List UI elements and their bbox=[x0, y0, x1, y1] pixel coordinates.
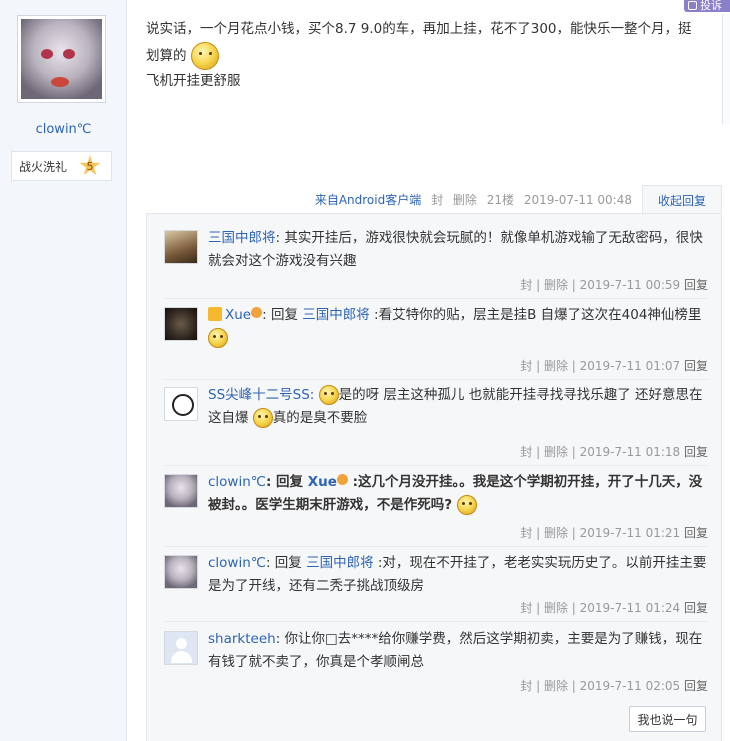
reply-divider bbox=[164, 621, 708, 622]
reply-time: 2019-7-11 01:21 bbox=[579, 526, 681, 540]
say-something-button[interactable]: 我也说一句 bbox=[629, 706, 706, 732]
client-source-link[interactable]: 来自Android客户端 bbox=[315, 193, 421, 207]
reply-time: 2019-7-11 01:18 bbox=[579, 445, 681, 459]
reply-seal-link[interactable]: 封 bbox=[520, 526, 532, 540]
reply-divider bbox=[164, 465, 708, 466]
post-content: 说实话，一个月花点小钱，买个8.7 9.0的车，再加上挂，花不了300，能快乐一… bbox=[146, 18, 712, 92]
reply-time: 2019-7-11 02:05 bbox=[579, 679, 681, 693]
reply-body: 三国中郎将: 其实开挂后，游戏很快就会玩腻的！就像单机游戏输了无敌密码，很快就会… bbox=[208, 227, 708, 273]
tiger-badge-icon bbox=[251, 307, 263, 318]
report-button[interactable]: 投诉 bbox=[684, 0, 730, 12]
delete-link[interactable]: 删除 bbox=[453, 193, 477, 207]
reply-text: :看艾特你的贴，层主是挂B 自爆了这次在404神仙榜里 bbox=[369, 307, 702, 323]
default-avatar-icon[interactable] bbox=[164, 631, 198, 665]
post-line-2: 划算的 bbox=[146, 42, 712, 70]
reply-delete-link[interactable]: 删除 bbox=[544, 278, 568, 292]
reply-button[interactable]: 回复 bbox=[684, 526, 708, 540]
reply-seal-link[interactable]: 封 bbox=[520, 278, 532, 292]
medal-box: 战火洗礼 5 bbox=[11, 151, 112, 181]
reply-button[interactable]: 回复 bbox=[684, 601, 708, 615]
smile-emoji-icon bbox=[456, 495, 477, 515]
reply-time: 2019-7-11 00:59 bbox=[579, 278, 681, 292]
reply-button[interactable]: 回复 bbox=[684, 679, 708, 693]
reply-meta: 封 | 删除 | 2019-7-11 01:07 回复 bbox=[520, 359, 708, 373]
reply-username[interactable]: Xue bbox=[225, 307, 251, 323]
reply-meta: 封 | 删除 | 2019-7-11 02:05 回复 bbox=[520, 679, 708, 693]
collapse-replies-button[interactable]: 收起回复 bbox=[642, 185, 722, 214]
report-label: 投诉 bbox=[700, 0, 722, 12]
author-username[interactable]: clowin℃ bbox=[0, 122, 127, 137]
post-line-3: 飞机开挂更舒服 bbox=[146, 73, 241, 89]
report-icon bbox=[688, 0, 697, 10]
reply-time: 2019-7-11 01:07 bbox=[579, 359, 681, 373]
reply-button[interactable]: 回复 bbox=[684, 278, 708, 292]
reply-delete-link[interactable]: 删除 bbox=[544, 445, 568, 459]
reply-seal-link[interactable]: 封 bbox=[520, 679, 532, 693]
reply-body: Xue: 回复 三国中郎将 :看艾特你的贴，层主是挂B 自爆了这次在404神仙榜… bbox=[208, 304, 708, 350]
reply-avatar[interactable] bbox=[164, 474, 198, 508]
author-sidebar: clowin℃ 战火洗礼 5 bbox=[0, 0, 127, 741]
seal-link[interactable]: 封 bbox=[431, 193, 443, 207]
author-avatar[interactable] bbox=[17, 15, 106, 103]
reply-meta: 封 | 删除 | 2019-7-11 01:24 回复 bbox=[520, 601, 708, 615]
reply-body: SS尖峰十二号SS: 是的呀 层主这种孤儿 也就能开挂寻找寻找乐趣了 还好意思在… bbox=[208, 384, 708, 430]
reply-target-user[interactable]: 三国中郎将 bbox=[302, 307, 370, 323]
reply-seal-link[interactable]: 封 bbox=[520, 359, 532, 373]
reply-text: : 其实开挂后，游戏很快就会玩腻的！就像单机游戏输了无敌密码，很快就会对这个游戏… bbox=[208, 230, 703, 269]
reply-avatar[interactable] bbox=[164, 555, 198, 589]
reply-divider bbox=[164, 298, 708, 299]
laugh-emoji-icon bbox=[318, 385, 339, 405]
floor-number: 21楼 bbox=[486, 193, 515, 207]
reply-meta: 封 | 删除 | 2019-7-11 00:59 回复 bbox=[520, 278, 708, 292]
reply-seal-link[interactable]: 封 bbox=[520, 601, 532, 615]
reply-avatar[interactable] bbox=[164, 230, 198, 264]
reply-target-user[interactable]: 三国中郎将 bbox=[306, 555, 374, 571]
reply-avatar[interactable] bbox=[164, 307, 198, 341]
reply-body: clowin℃: 回复 三国中郎将 :对，现在不开挂了，老老实实玩历史了。以前开… bbox=[208, 555, 707, 594]
medal-star-icon: 5 bbox=[79, 155, 101, 176]
reply-divider bbox=[164, 379, 708, 380]
reply-button[interactable]: 回复 bbox=[684, 359, 708, 373]
post-meta: 来自Android客户端 封 删除 21楼 2019-07-11 00:48 bbox=[315, 191, 632, 208]
reply-text: : 你让你□去****给你赚学费，然后这学期初卖，主要是为了赚钱，现在有钱了就不… bbox=[208, 631, 703, 670]
reply-avatar[interactable] bbox=[164, 387, 198, 421]
vip-crown-icon bbox=[208, 307, 222, 321]
reply-username[interactable]: 三国中郎将 bbox=[208, 230, 276, 246]
reply-body: sharkteeh: 你让你□去****给你赚学费，然后这学期初卖，主要是为了赚… bbox=[208, 628, 708, 674]
reply-username[interactable]: sharkteeh bbox=[208, 631, 276, 647]
medal-label: 战火洗礼 bbox=[19, 159, 68, 174]
reply-seal-link[interactable]: 封 bbox=[520, 445, 532, 459]
reply-button[interactable]: 回复 bbox=[684, 445, 708, 459]
reply-target-user[interactable]: Xue bbox=[308, 474, 337, 490]
avatar-image bbox=[21, 19, 102, 99]
reply-username[interactable]: clowin℃ bbox=[208, 555, 266, 571]
reply-meta: 封 | 删除 | 2019-7-11 01:18 回复 bbox=[520, 445, 708, 459]
reply-time: 2019-7-11 01:24 bbox=[579, 601, 681, 615]
right-panel-edge bbox=[722, 14, 730, 124]
smile-emoji-icon bbox=[208, 328, 228, 348]
reply-divider bbox=[164, 546, 708, 547]
laugh-emoji-icon bbox=[252, 408, 273, 428]
reply-username[interactable]: clowin℃ bbox=[208, 474, 266, 490]
reply-delete-link[interactable]: 删除 bbox=[544, 526, 568, 540]
reply-body: clowin℃: 回复 Xue :这几个月没开挂。。我是这个学期初开挂，开了十几… bbox=[208, 474, 703, 515]
reply-text-2: 真的是臭不要脸 bbox=[272, 410, 368, 426]
tiger-badge-icon bbox=[336, 474, 348, 485]
post-line-1: 说实话，一个月花点小钱，买个8.7 9.0的车，再加上挂，花不了300，能快乐一… bbox=[146, 21, 692, 37]
reply-delete-link[interactable]: 删除 bbox=[544, 601, 568, 615]
reply-meta: 封 | 删除 | 2019-7-11 01:21 回复 bbox=[520, 526, 708, 540]
smile-emoji-icon bbox=[190, 42, 219, 70]
reply-panel: 三国中郎将: 其实开挂后，游戏很快就会玩腻的！就像单机游戏输了无敌密码，很快就会… bbox=[146, 213, 722, 741]
reply-delete-link[interactable]: 删除 bbox=[544, 679, 568, 693]
reply-username[interactable]: SS尖峰十二号SS: bbox=[208, 387, 314, 403]
post-time: 2019-07-11 00:48 bbox=[523, 193, 632, 207]
reply-delete-link[interactable]: 删除 bbox=[544, 359, 568, 373]
